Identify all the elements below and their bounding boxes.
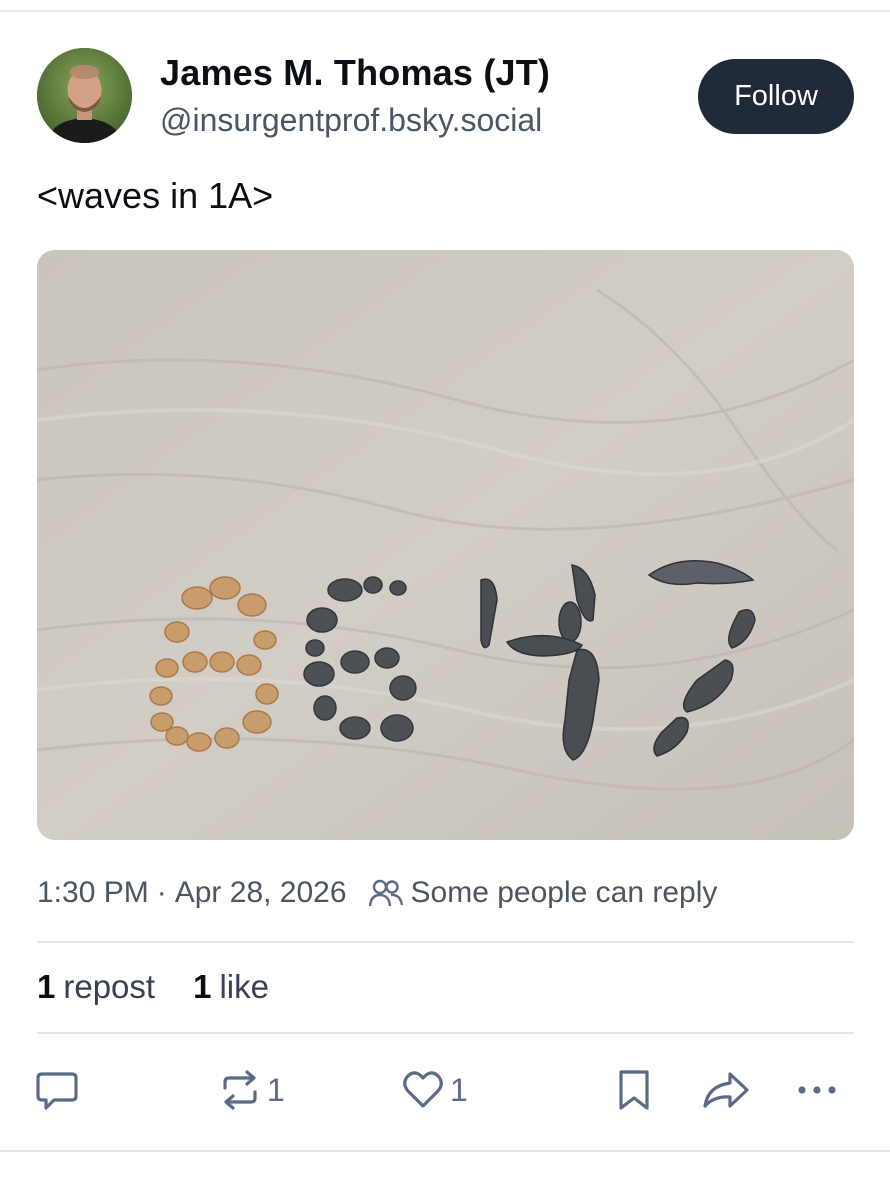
reply-setting[interactable]: Some people can reply — [368, 876, 718, 910]
likes-label: like — [219, 968, 269, 1005]
meta-separator: · — [156, 876, 167, 909]
top-divider — [0, 10, 890, 12]
reply-setting-label: Some people can reply — [410, 876, 718, 909]
reposts-stat[interactable]: 1 repost — [37, 968, 155, 1006]
author-display-name[interactable]: James M. Thomas (JT) — [160, 52, 550, 94]
likes-stat[interactable]: 1 like — [193, 968, 269, 1006]
people-icon — [368, 879, 403, 907]
avatar-photo — [37, 48, 132, 143]
avatar[interactable] — [37, 48, 132, 143]
stats-divider — [37, 1032, 854, 1034]
share-icon — [703, 1072, 749, 1108]
reposts-count: 1 — [37, 968, 56, 1005]
post-timestamp[interactable]: 1:30 PM — [37, 876, 149, 910]
repost-icon — [223, 1070, 257, 1110]
post-date[interactable]: Apr 28, 2026 — [175, 876, 347, 910]
author-handle[interactable]: @insurgentprof.bsky.social — [160, 102, 542, 139]
like-button[interactable]: 1 — [402, 1068, 468, 1112]
reply-icon — [36, 1072, 78, 1110]
post-meta: 1:30 PM · Apr 28, 2026 Some people can r… — [37, 876, 717, 910]
bookmark-button[interactable] — [615, 1068, 653, 1112]
bottom-divider — [0, 1150, 890, 1152]
beach-sand-photo — [37, 250, 854, 840]
bookmark-icon — [619, 1070, 649, 1110]
post-text: <waves in 1A> — [37, 175, 274, 216]
reply-button[interactable] — [36, 1068, 78, 1112]
like-count: 1 — [450, 1071, 468, 1108]
follow-button[interactable]: Follow — [698, 59, 854, 134]
reposts-label: repost — [63, 968, 156, 1005]
post-stats: 1 repost 1 like — [37, 968, 307, 1006]
repost-count: 1 — [267, 1071, 285, 1108]
heart-icon — [403, 1071, 443, 1108]
post-image[interactable] — [37, 250, 854, 840]
more-icon — [798, 1086, 836, 1094]
meta-divider — [37, 941, 854, 943]
more-button[interactable] — [795, 1068, 841, 1112]
likes-count: 1 — [193, 968, 212, 1005]
share-button[interactable] — [702, 1068, 750, 1112]
repost-button[interactable]: 1 — [219, 1068, 285, 1112]
